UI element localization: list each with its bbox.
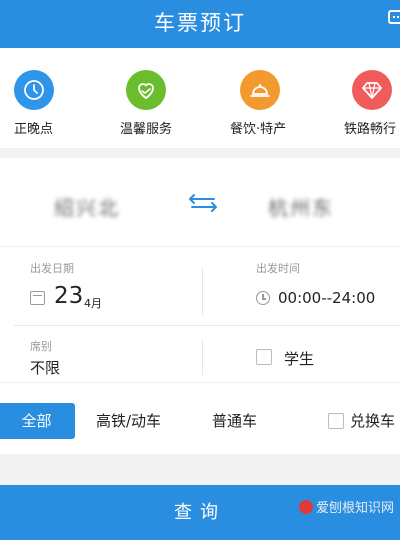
service-food[interactable]: 餐饮·特产 (220, 48, 320, 148)
calendar-icon (30, 291, 45, 305)
query-label: 查询 (174, 502, 226, 523)
service-shortcuts: 正晚点 温馨服务 餐饮·特产 铁路畅行 (0, 48, 400, 148)
date-month: 4月 (84, 297, 102, 310)
query-button[interactable]: 查询 爱刨根知识网 (0, 485, 400, 540)
departure-station[interactable]: 绍兴北 (54, 192, 120, 221)
search-options: 出发日期 23 4月 出发时间 00:00--24:00 席别 不限 学生 (0, 246, 400, 382)
watermark-logo-icon (298, 500, 313, 514)
divider (202, 339, 203, 375)
tab-high-speed[interactable]: 高铁/动车 (96, 403, 161, 439)
app-header: 车票预订 (0, 0, 400, 48)
tab-normal-train[interactable]: 普通车 (212, 403, 257, 439)
date-day: 23 (54, 283, 84, 309)
time-range: 00:00--24:00 (278, 289, 376, 307)
chat-menu-icon[interactable] (388, 10, 400, 24)
student-checkbox[interactable] (256, 349, 272, 365)
diamond-icon (352, 70, 392, 110)
arrival-station[interactable]: 杭州东 (268, 192, 334, 221)
seat-value: 不限 (30, 359, 61, 377)
service-warm[interactable]: 温馨服务 (100, 48, 200, 148)
service-label: 铁路畅行 (344, 122, 397, 137)
food-cloche-icon (240, 70, 280, 110)
seat-label: 席别 (30, 340, 52, 353)
exchange-train-checkbox[interactable] (328, 413, 344, 429)
clock-icon (14, 70, 54, 110)
exchange-train-label: 兑换车 (350, 412, 396, 430)
watermark: 爱刨根知识网 (298, 481, 394, 536)
heart-hand-icon (126, 70, 166, 110)
time-label: 出发时间 (256, 262, 300, 275)
date-label: 出发日期 (30, 262, 74, 275)
watermark-text: 爱刨根知识网 (315, 501, 394, 516)
service-punctuality[interactable]: 正晚点 (0, 48, 100, 148)
service-label: 正晚点 (14, 122, 54, 137)
page-title: 车票预订 (154, 11, 246, 35)
divider (14, 325, 400, 326)
route-selector: 绍兴北 杭州东 (0, 158, 400, 246)
swap-stations-icon[interactable] (186, 192, 220, 214)
divider (202, 267, 203, 315)
service-label: 温馨服务 (120, 122, 173, 137)
service-railway[interactable]: 铁路畅行 (330, 48, 400, 148)
student-label: 学生 (284, 350, 315, 368)
clock-icon (256, 291, 270, 305)
service-label: 餐饮·特产 (230, 122, 287, 137)
ticket-booking-screen: 车票预订 正晚点 温馨服务 餐饮·特产 铁路畅行 绍兴北 杭州东 出发日期 23… (0, 0, 400, 540)
train-type-filter: 全部 高铁/动车 普通车 兑换车 (0, 382, 400, 454)
tab-all[interactable]: 全部 (0, 403, 75, 439)
